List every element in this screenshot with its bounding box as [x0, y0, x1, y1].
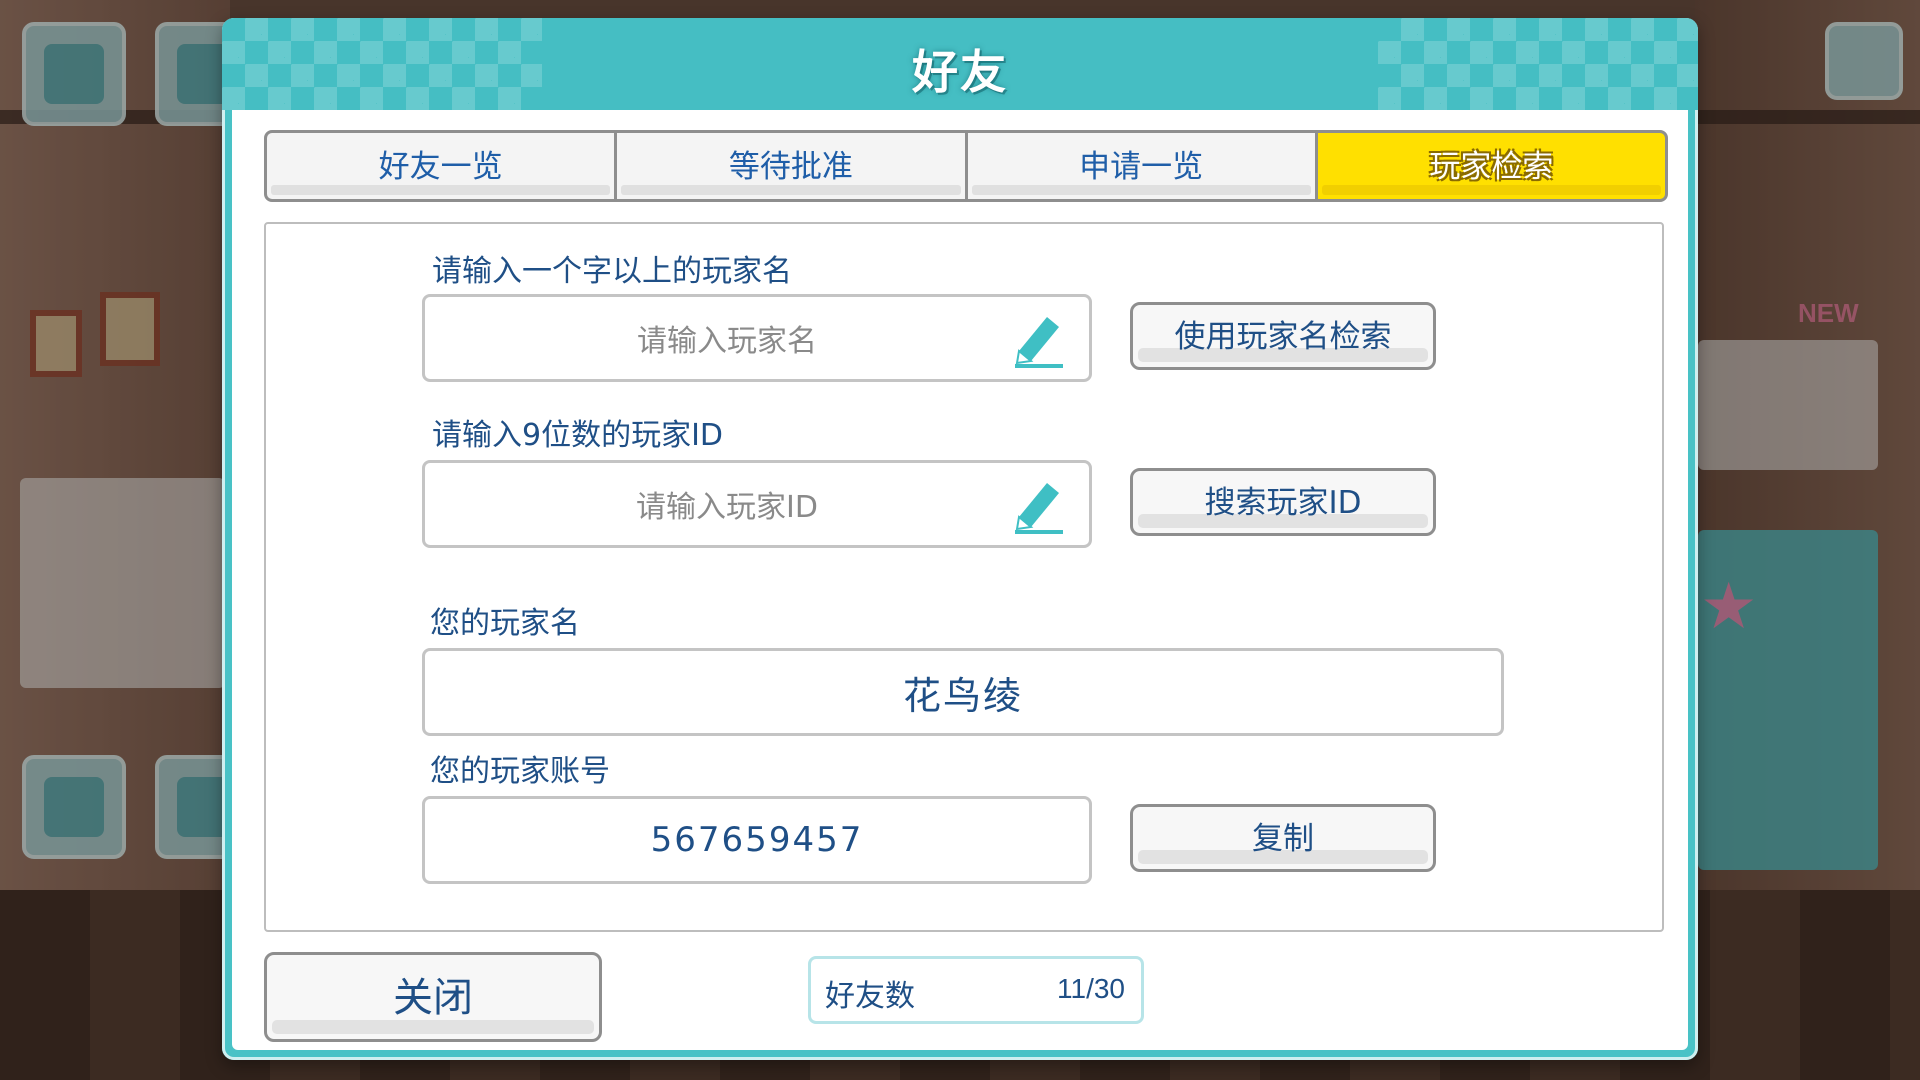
- friend-count-value: 11/30: [1057, 973, 1125, 1004]
- copy-button-label: 复制: [1252, 820, 1314, 857]
- pencil-icon: [1015, 317, 1063, 368]
- dialog-body: 好友一览 等待批准 申请一览 玩家检索 请输入一个字以上的玩家名 请输入玩家名 …: [232, 110, 1688, 1050]
- name-search-label: 请输入一个字以上的玩家名: [432, 254, 792, 289]
- your-name-display: 花鸟绫: [422, 648, 1504, 736]
- tab-label: 等待批准: [728, 148, 853, 185]
- tab-bar: 好友一览 等待批准 申请一览 玩家检索: [264, 130, 1668, 202]
- search-panel: 请输入一个字以上的玩家名 请输入玩家名 使用玩家名检索 请输入9位数的玩家ID …: [264, 222, 1664, 932]
- your-name-label: 您的玩家名: [430, 606, 580, 641]
- search-by-name-button[interactable]: 使用玩家名检索: [1130, 302, 1436, 370]
- dialog-title: 好友: [912, 45, 1008, 99]
- your-account-display: 567659457: [422, 796, 1092, 884]
- player-name-input[interactable]: 请输入玩家名: [422, 294, 1092, 382]
- search-by-name-label: 使用玩家名检索: [1174, 318, 1392, 355]
- search-by-id-button[interactable]: 搜索玩家ID: [1130, 468, 1436, 536]
- player-id-placeholder: 请输入玩家ID: [636, 490, 818, 525]
- tab-label: 好友一览: [378, 148, 503, 185]
- player-id-input[interactable]: 请输入玩家ID: [422, 460, 1092, 548]
- your-account-label: 您的玩家账号: [430, 754, 610, 789]
- tab-label: 申请一览: [1079, 148, 1204, 185]
- friends-dialog: 好友 好友一览 等待批准 申请一览 玩家检索 请输入一个字以上的玩家名 请输入玩…: [222, 18, 1698, 1060]
- your-name-value: 花鸟绫: [902, 673, 1023, 718]
- id-search-label: 请输入9位数的玩家ID: [432, 418, 724, 453]
- friend-count-box: 好友数 11/30: [808, 956, 1144, 1024]
- dialog-header: 好友: [222, 18, 1698, 110]
- tab-pending-approval[interactable]: 等待批准: [617, 133, 965, 199]
- copy-button[interactable]: 复制: [1130, 804, 1436, 872]
- tab-label: 玩家检索: [1429, 148, 1554, 185]
- tab-friend-list[interactable]: 好友一览: [267, 133, 615, 199]
- search-by-id-label: 搜索玩家ID: [1204, 484, 1362, 521]
- your-account-value: 567659457: [650, 820, 864, 860]
- player-name-placeholder: 请输入玩家名: [637, 324, 817, 359]
- close-button[interactable]: 关闭: [264, 952, 602, 1042]
- pencil-icon: [1015, 483, 1063, 534]
- tab-player-search[interactable]: 玩家检索: [1317, 133, 1665, 199]
- friend-count-label: 好友数: [825, 979, 915, 1014]
- tab-request-list[interactable]: 申请一览: [967, 133, 1315, 199]
- close-button-label: 关闭: [393, 975, 473, 1021]
